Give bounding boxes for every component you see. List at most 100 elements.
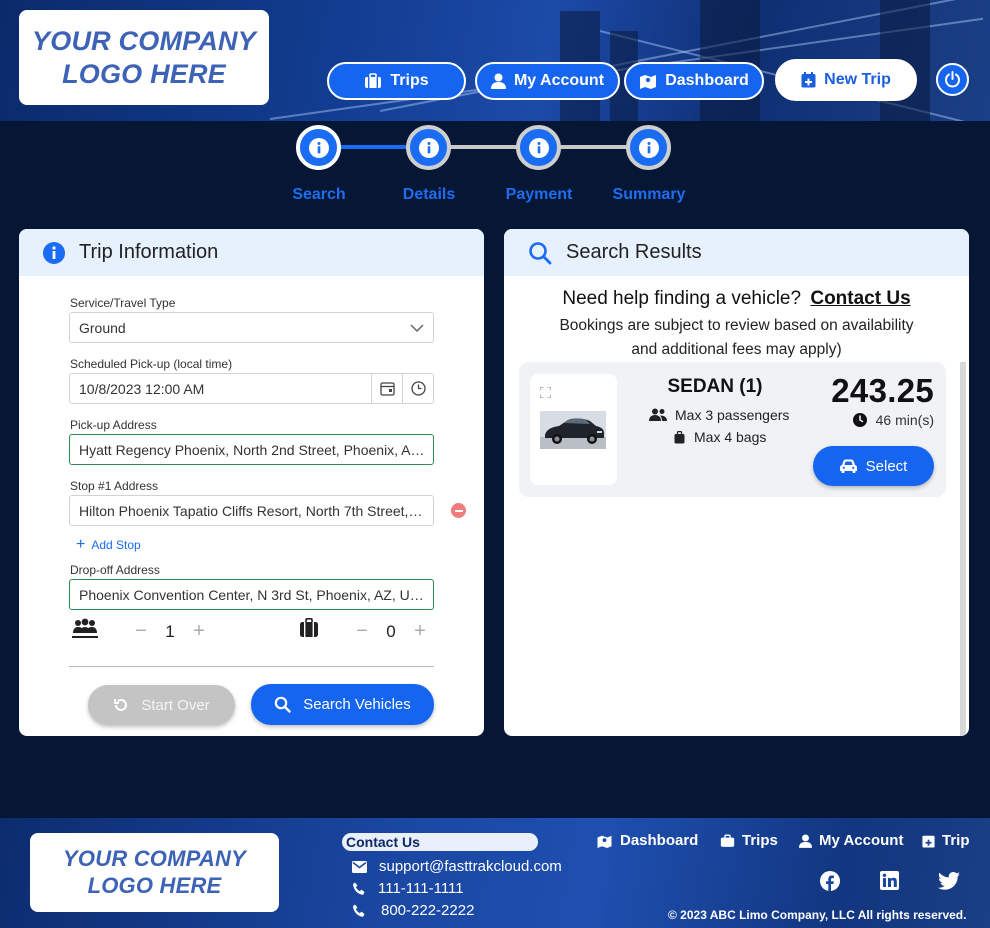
service-type-select[interactable]: Ground [69,312,434,343]
nav-trips-button[interactable]: Trips [327,62,466,100]
booking-note-line1: Bookings are subject to review based on … [559,317,914,334]
step-search-label[interactable]: Search [264,186,374,204]
footer-link-trip-label: Trip [942,832,970,849]
dropoff-address-input[interactable]: Phoenix Convention Center, N 3rd St, Pho… [69,579,434,610]
new-trip-label: New Trip [824,71,891,88]
search-results-header: Search Results [504,229,969,276]
calendar-plus-icon [922,835,935,847]
footer-copyright: © 2023 ABC Limo Company, LLC All rights … [668,908,967,922]
logo-line2: LOGO HERE [62,58,226,89]
trip-information-title: Trip Information [79,241,219,263]
footer-email[interactable]: support@fasttrakcloud.com [352,858,562,875]
trip-information-card: Trip Information Service/Travel Type Gro… [19,229,484,736]
info-icon [308,137,329,158]
expand-icon[interactable] [540,387,551,398]
footer-email-label: support@fasttrakcloud.com [379,858,562,875]
bags-decrement-button[interactable]: − [347,620,377,643]
passengers-decrement-button[interactable]: − [126,620,156,643]
stop1-address-input[interactable]: Hilton Phoenix Tapatio Cliffs Resort, No… [69,495,434,526]
footer-contact-title: Contact Us [342,833,538,851]
footer-link-account[interactable]: My Account [799,832,903,849]
remove-stop-button[interactable] [451,503,466,518]
footer-link-dashboard-label: Dashboard [620,832,699,849]
power-icon [945,71,960,88]
clock-icon [852,413,867,427]
stop1-address-value: Hilton Phoenix Tapatio Cliffs Resort, No… [79,502,433,519]
footer-link-trip[interactable]: Trip [922,832,970,849]
pickup-time-label: Scheduled Pick-up (local time) [70,357,233,371]
search-results-card: Search Results Need help finding a vehic… [504,229,969,736]
footer-link-account-label: My Account [819,832,904,849]
bags-increment-button[interactable]: + [405,620,435,643]
footer-phone2[interactable]: 800-222-2222 [352,902,474,919]
linkedin-icon[interactable] [880,871,899,890]
calendar-picker-button[interactable] [371,374,402,403]
passengers-icon [72,618,98,638]
vehicle-duration-label: 46 min(s) [875,412,934,428]
footer-company-logo[interactable]: YOUR COMPANY LOGO HERE [30,833,279,912]
vehicle-passengers-label: Max 3 passengers [675,407,790,423]
time-picker-button[interactable] [402,374,433,403]
car-icon [839,459,857,473]
footer-link-trips-label: Trips [742,832,778,849]
nav-account-label: My Account [513,72,605,89]
user-icon [490,73,506,89]
pickup-address-input[interactable]: Hyatt Regency Phoenix, North 2nd Street,… [69,434,434,465]
results-scrollbar[interactable] [960,362,966,736]
plus-icon: + [76,536,86,553]
vehicle-price: 243.25 [831,372,934,409]
twitter-icon[interactable] [938,872,960,890]
footer-link-trips[interactable]: Trips [720,832,778,849]
select-vehicle-button[interactable]: Select [813,446,934,486]
step-search-circle[interactable] [296,125,341,170]
footer-link-dashboard[interactable]: Dashboard [596,832,698,849]
dropoff-address-label: Drop-off Address [70,563,160,577]
calendar-icon [379,382,395,396]
logout-button[interactable] [936,63,969,96]
booking-note: Bookings are subject to review based on … [504,314,969,362]
undo-icon [114,698,128,711]
passengers-increment-button[interactable]: + [184,620,214,643]
chevron-down-icon [410,323,424,332]
footer-phone1[interactable]: 111-111-1111 [352,880,464,897]
facebook-icon[interactable] [820,871,840,891]
add-stop-link[interactable]: + Add Stop [76,537,141,553]
pickup-time-input[interactable]: 10/8/2023 12:00 AM [69,373,434,404]
vehicle-thumbnail[interactable] [530,374,617,485]
new-trip-button[interactable]: New Trip [775,59,917,101]
step-details-label[interactable]: Details [374,186,484,204]
vehicle-duration: 46 min(s) [852,412,934,428]
search-icon [529,241,552,264]
search-vehicles-button[interactable]: Search Vehicles [251,684,434,725]
vehicle-result-card: SEDAN (1) Max 3 passengers Max 4 bags 24… [519,362,946,497]
nav-dashboard-button[interactable]: Dashboard [624,62,764,100]
step-details-circle[interactable] [406,125,451,170]
start-over-button[interactable]: Start Over [88,685,235,725]
booking-note-line2: and additional fees may apply) [631,341,842,358]
company-logo[interactable]: YOUR COMPANY LOGO HERE [19,10,269,105]
vehicle-name: SEDAN (1) [667,376,763,397]
service-type-value: Ground [79,319,126,336]
step-summary-circle[interactable] [626,125,671,170]
map-icon [597,835,612,848]
decor-building [700,0,760,121]
footer-logo-line2: LOGO HERE [87,872,222,898]
minus-icon [454,509,463,512]
step-payment-label[interactable]: Payment [484,186,594,204]
briefcase-icon [365,73,382,88]
info-icon [638,137,659,158]
phone-icon [353,882,365,895]
step-payment-circle[interactable] [516,125,561,170]
step-summary-label[interactable]: Summary [594,186,704,204]
info-icon [43,241,65,264]
bags-counter: − 0 + [347,620,435,643]
header: YOUR COMPANY LOGO HERE Trips My Account … [0,0,990,121]
nav-account-button[interactable]: My Account [475,62,620,100]
stop1-address-label: Stop #1 Address [70,479,159,493]
contact-us-link[interactable]: Contact Us [810,288,910,309]
phone-icon [353,904,365,917]
passengers-count: 1 [165,621,175,641]
help-text: Need help finding a vehicle? Contact Us [504,288,969,310]
vehicle-bags-label: Max 4 bags [694,429,767,445]
envelope-icon [352,860,367,873]
